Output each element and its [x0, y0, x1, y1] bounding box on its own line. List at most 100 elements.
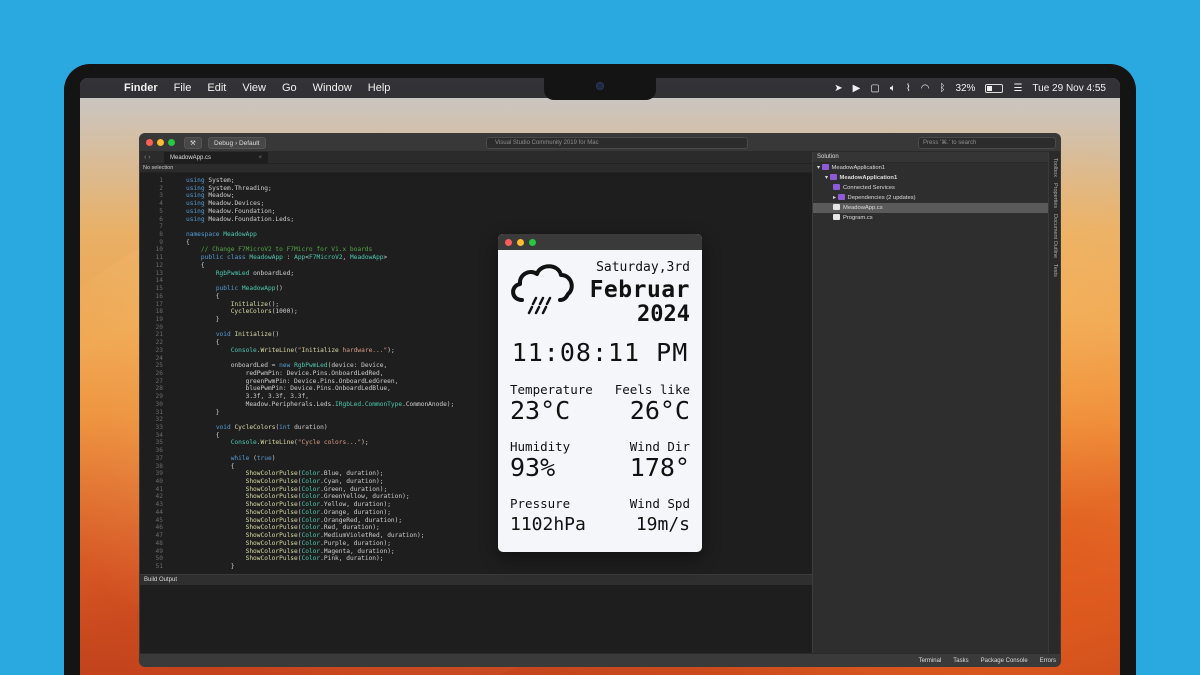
code-line[interactable]: 18 CycleColors(1000); [140, 308, 812, 316]
code-line[interactable]: 48 ShowColorPulse(Color.Purple, duration… [140, 540, 812, 548]
close-tab-icon[interactable]: × [258, 152, 262, 164]
solution-tree-item[interactable]: ▾ MeadowApplication1 [813, 163, 1048, 173]
nav-arrows-icon[interactable]: ‹ › [144, 152, 151, 164]
code-line[interactable]: 4 using Meadow.Devices; [140, 200, 812, 208]
zoom-button[interactable] [529, 239, 536, 246]
code-line[interactable]: 43 ShowColorPulse(Color.Yellow, duration… [140, 501, 812, 509]
menu-help[interactable]: Help [360, 82, 399, 94]
code-line[interactable]: 7 [140, 223, 812, 231]
code-line[interactable]: 34 { [140, 432, 812, 440]
bluetooth-icon[interactable]: ᛒ [939, 83, 945, 94]
minimize-button[interactable] [157, 139, 164, 146]
location-icon[interactable]: ➤ [834, 83, 842, 94]
code-line[interactable]: 8 namespace MeadowApp [140, 231, 812, 239]
code-line[interactable]: 44 ShowColorPulse(Color.Orange, duration… [140, 509, 812, 517]
disclosure-icon[interactable]: ▾ [817, 165, 822, 171]
code-line[interactable]: 12 { [140, 262, 812, 270]
code-line[interactable]: 2 using System.Threading; [140, 185, 812, 193]
code-line[interactable]: 31 } [140, 409, 812, 417]
code-line[interactable]: 22 { [140, 339, 812, 347]
solution-tree-item[interactable]: ▾ MeadowApplication1 [813, 173, 1048, 183]
menu-view[interactable]: View [234, 82, 274, 94]
paperclip-icon[interactable]: ⌇ [906, 83, 911, 94]
wifi-icon[interactable]: ◠ [921, 83, 930, 94]
control-center-icon[interactable]: ☰ [1013, 83, 1022, 94]
battery-percent[interactable]: 32% [955, 83, 975, 94]
code-line[interactable]: 15 public MeadowApp() [140, 285, 812, 293]
code-line[interactable]: 10 // Change F7MicroV2 to F7Micro for V1… [140, 246, 812, 254]
disclosure-icon[interactable]: ▸ [833, 195, 838, 201]
close-button[interactable] [505, 239, 512, 246]
code-line[interactable]: 24 [140, 355, 812, 363]
code-area[interactable]: 1 using System; 2 using System.Threading; 3 u… [140, 177, 812, 574]
code-line[interactable]: 13 RgbPwmLed onboardLed; [140, 270, 812, 278]
code-line[interactable]: 47 ShowColorPulse(Color.MediumVioletRed,… [140, 532, 812, 540]
code-line[interactable]: 23 Console.WriteLine("Initialize hardwar… [140, 347, 812, 355]
status-terminal[interactable]: Terminal [919, 658, 942, 664]
code-line[interactable]: 14 [140, 277, 812, 285]
code-line[interactable]: 16 { [140, 293, 812, 301]
code-line[interactable]: 37 while (true) [140, 455, 812, 463]
menu-window[interactable]: Window [305, 82, 360, 94]
code-line[interactable]: 36 [140, 447, 812, 455]
code-line[interactable]: 19 } [140, 316, 812, 324]
code-line[interactable]: 45 ShowColorPulse(Color.OrangeRed, durat… [140, 517, 812, 525]
code-line[interactable]: 9{ [140, 239, 812, 247]
solution-tree-item[interactable]: ▸ Dependencies (2 updates) [813, 193, 1048, 203]
code-line[interactable]: 6 using Meadow.Foundation.Leds; [140, 216, 812, 224]
solution-tree-item[interactable]: Connected Services [813, 183, 1048, 193]
menu-finder[interactable]: Finder [116, 82, 166, 94]
code-line[interactable]: 41 ShowColorPulse(Color.Green, duration)… [140, 486, 812, 494]
search-input[interactable]: Press '⌘.' to search [918, 137, 1056, 149]
code-line[interactable]: 35 Console.WriteLine("Cycle colors..."); [140, 439, 812, 447]
code-line[interactable]: 42 ShowColorPulse(Color.GreenYellow, dur… [140, 493, 812, 501]
display-icon[interactable]: ▢ [870, 83, 879, 94]
solution-tree-item[interactable]: Program.cs [813, 213, 1048, 223]
build-output-header[interactable]: Build Output [140, 575, 812, 585]
side-tab-tests[interactable]: Tests [1052, 264, 1058, 277]
menu-edit[interactable]: Edit [199, 82, 234, 94]
code-line[interactable]: 27 greenPwmPin: Device.Pins.OnboardLedGr… [140, 378, 812, 386]
side-tab-toolbox[interactable]: Toolbox [1052, 158, 1058, 177]
code-line[interactable]: 21 void Initialize() [140, 331, 812, 339]
code-line[interactable]: 49 ShowColorPulse(Color.Magenta, duratio… [140, 548, 812, 556]
code-line[interactable]: 33 void CycleColors(int duration) [140, 424, 812, 432]
clock[interactable]: Tue 29 Nov 4:55 [1032, 83, 1106, 94]
code-line[interactable]: 32 [140, 416, 812, 424]
configuration-selector[interactable]: Debug › Default [208, 137, 266, 149]
build-button[interactable]: ⚒ [184, 137, 202, 149]
menu-go[interactable]: Go [274, 82, 305, 94]
code-editor[interactable]: ‹ › MeadowApp.cs × No selection 1 using S… [140, 152, 812, 574]
code-line[interactable]: 3 using Meadow; [140, 192, 812, 200]
close-button[interactable] [146, 139, 153, 146]
battery-icon[interactable] [985, 83, 1004, 93]
disclosure-icon[interactable]: ▾ [825, 175, 830, 181]
code-line[interactable]: 1 using System; [140, 177, 812, 185]
code-line[interactable]: 25 onboardLed = new RgbPwmLed(device: De… [140, 362, 812, 370]
volume-icon[interactable]: 🔈︎ [890, 83, 896, 94]
status-errors[interactable]: Errors [1040, 658, 1056, 664]
code-line[interactable]: 20 [140, 324, 812, 332]
menu-file[interactable]: File [166, 82, 200, 94]
code-line[interactable]: 51 } [140, 563, 812, 571]
code-line[interactable]: 46 ShowColorPulse(Color.Red, duration); [140, 524, 812, 532]
status-package-console[interactable]: Package Console [981, 658, 1028, 664]
code-line[interactable]: 40 ShowColorPulse(Color.Cyan, duration); [140, 478, 812, 486]
minimize-button[interactable] [517, 239, 524, 246]
code-line[interactable]: 50 ShowColorPulse(Color.Pink, duration); [140, 555, 812, 563]
tab-meadowapp[interactable]: MeadowApp.cs × [164, 152, 268, 164]
code-line[interactable]: 29 3.3f, 3.3f, 3.3f, [140, 393, 812, 401]
solution-tree-item[interactable]: MeadowApp.cs [813, 203, 1048, 213]
side-tab-properties[interactable]: Properties [1052, 183, 1058, 208]
code-line[interactable]: 11 public class MeadowApp : App<F7MicroV… [140, 254, 812, 262]
code-line[interactable]: 38 { [140, 463, 812, 471]
code-line[interactable]: 26 redPwmPin: Device.Pins.OnboardLedRed, [140, 370, 812, 378]
code-line[interactable]: 39 ShowColorPulse(Color.Blue, duration); [140, 470, 812, 478]
code-line[interactable]: 28 bluePwmPin: Device.Pins.OnboardLedBlu… [140, 385, 812, 393]
zoom-button[interactable] [168, 139, 175, 146]
play-icon[interactable]: ▶ [853, 83, 861, 94]
status-tasks[interactable]: Tasks [953, 658, 968, 664]
side-tab-document-outline[interactable]: Document Outline [1052, 214, 1058, 258]
code-line[interactable]: 17 Initialize(); [140, 301, 812, 309]
code-line[interactable]: 5 using Meadow.Foundation; [140, 208, 812, 216]
